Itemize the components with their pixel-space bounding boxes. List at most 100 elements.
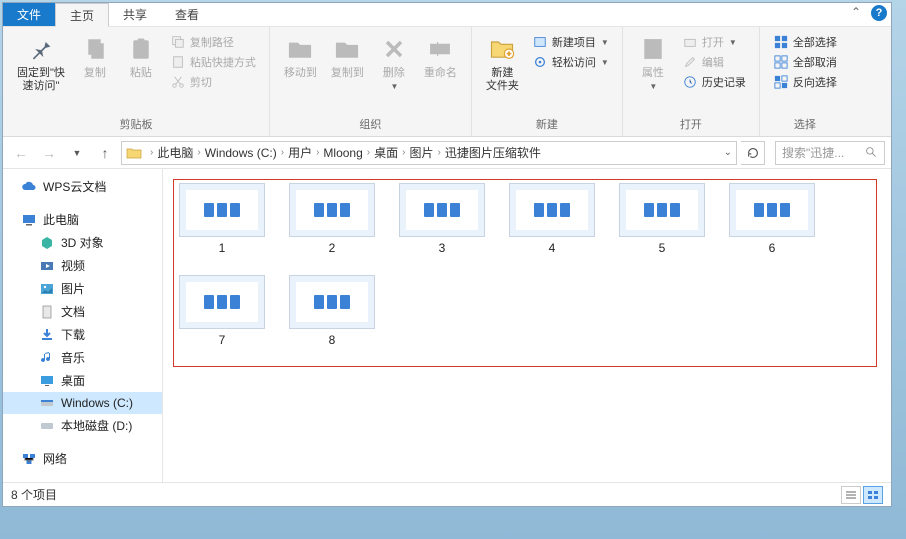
tab-home[interactable]: 主页 <box>55 3 109 27</box>
sidebar-item-videos[interactable]: 视频 <box>3 254 162 277</box>
sidebar-item-thispc[interactable]: 此电脑 <box>3 208 162 231</box>
recent-locations-button[interactable]: ▼ <box>65 141 89 165</box>
music-icon <box>39 350 55 366</box>
invert-icon <box>773 74 789 90</box>
ribbon-tabs: 文件 主页 共享 查看 ⌃ ? <box>3 3 891 27</box>
copyto-icon <box>331 33 363 65</box>
documents-icon <box>39 304 55 320</box>
cut-icon <box>170 74 186 90</box>
sidebar-item-pictures[interactable]: 图片 <box>3 277 162 300</box>
breadcrumb[interactable]: › 此电脑› Windows (C:)› 用户› Mloong› 桌面› 图片›… <box>121 141 737 165</box>
select-none-button[interactable]: 全部取消 <box>770 53 840 71</box>
copy-icon <box>79 33 111 65</box>
moveto-button[interactable]: 移动到 <box>280 31 321 82</box>
paste-icon <box>125 33 157 65</box>
group-new-label: 新建 <box>482 114 612 134</box>
up-button[interactable]: ↑ <box>93 141 117 165</box>
forward-button[interactable]: → <box>37 141 61 165</box>
tab-file[interactable]: 文件 <box>3 3 55 26</box>
tab-view[interactable]: 查看 <box>161 3 213 26</box>
status-bar: 8 个项目 <box>3 482 891 506</box>
file-item[interactable]: 3 <box>399 183 485 255</box>
copy-path-button[interactable]: 复制路径 <box>167 33 259 51</box>
pin-icon <box>25 33 57 65</box>
delete-button[interactable]: 删除 ▼ <box>374 31 414 93</box>
easy-access-button[interactable]: 轻松访问▼ <box>529 53 612 71</box>
file-item[interactable]: 7 <box>179 275 265 347</box>
sidebar-item-network[interactable]: 网络 <box>3 447 162 470</box>
cut-button[interactable]: 剪切 <box>167 73 259 91</box>
thumbnail-icon <box>619 183 705 237</box>
file-item[interactable]: 4 <box>509 183 595 255</box>
invert-selection-button[interactable]: 反向选择 <box>770 73 840 91</box>
pictures-icon <box>39 281 55 297</box>
thumbnail-icon <box>179 275 265 329</box>
file-item[interactable]: 1 <box>179 183 265 255</box>
open-button[interactable]: 打开▼ <box>679 33 749 51</box>
selectall-icon <box>773 34 789 50</box>
pin-quickaccess-button[interactable]: 固定到"快速访问" <box>13 31 69 95</box>
file-name: 5 <box>659 241 666 255</box>
search-icon <box>865 146 878 159</box>
copy-button[interactable]: 复制 <box>75 31 115 82</box>
cloud-icon <box>21 179 37 195</box>
help-icon[interactable]: ? <box>871 5 887 21</box>
sidebar-item-downloads[interactable]: 下载 <box>3 323 162 346</box>
rename-button[interactable]: 重命名 <box>420 31 461 82</box>
file-name: 4 <box>549 241 556 255</box>
select-all-button[interactable]: 全部选择 <box>770 33 840 51</box>
edit-button[interactable]: 编辑 <box>679 53 749 71</box>
sidebar-item-music[interactable]: 音乐 <box>3 346 162 369</box>
file-item[interactable]: 5 <box>619 183 705 255</box>
file-name: 7 <box>219 333 226 347</box>
chevron-down-icon: ▼ <box>649 82 657 91</box>
view-details-button[interactable] <box>841 486 861 504</box>
history-icon <box>682 74 698 90</box>
newitem-icon <box>532 34 548 50</box>
group-open-label: 打开 <box>633 114 749 134</box>
copypath-icon <box>170 34 186 50</box>
new-item-button[interactable]: 新建项目▼ <box>529 33 612 51</box>
3d-icon <box>39 235 55 251</box>
sidebar-item-documents[interactable]: 文档 <box>3 300 162 323</box>
chevron-down-icon: ▼ <box>390 82 398 91</box>
sidebar-item-wps[interactable]: WPS云文档 <box>3 175 162 198</box>
download-icon <box>39 327 55 343</box>
thumbnail-icon <box>289 183 375 237</box>
chevron-down-icon[interactable]: ⌄ <box>724 147 732 158</box>
paste-button[interactable]: 粘贴 <box>121 31 161 82</box>
refresh-button[interactable] <box>741 141 765 165</box>
edit-icon <box>682 54 698 70</box>
sidebar-item-3dobjects[interactable]: 3D 对象 <box>3 231 162 254</box>
properties-button[interactable]: 属性 ▼ <box>633 31 673 93</box>
sidebar-item-drivec[interactable]: Windows (C:) <box>3 392 162 414</box>
tab-share[interactable]: 共享 <box>109 3 161 26</box>
drive-icon <box>39 395 55 411</box>
sidebar-item-drived[interactable]: 本地磁盘 (D:) <box>3 414 162 437</box>
network-icon <box>21 451 37 467</box>
file-item[interactable]: 6 <box>729 183 815 255</box>
back-button[interactable]: ← <box>9 141 33 165</box>
delete-icon <box>378 33 410 65</box>
file-name: 1 <box>219 241 226 255</box>
minimize-ribbon-icon[interactable]: ⌃ <box>851 5 861 21</box>
search-input[interactable]: 搜索"迅捷... <box>775 141 885 165</box>
thumbnail-icon <box>399 183 485 237</box>
view-thumbnails-button[interactable] <box>863 486 883 504</box>
thumbnail-icon <box>179 183 265 237</box>
history-button[interactable]: 历史记录 <box>679 73 749 91</box>
paste-shortcut-button[interactable]: 粘贴快捷方式 <box>167 53 259 71</box>
file-item[interactable]: 2 <box>289 183 375 255</box>
file-item[interactable]: 8 <box>289 275 375 347</box>
selectnone-icon <box>773 54 789 70</box>
thumbnail-icon <box>509 183 595 237</box>
sidebar-item-desktop[interactable]: 桌面 <box>3 369 162 392</box>
copyto-button[interactable]: 复制到 <box>327 31 368 82</box>
chevron-down-icon: ▼ <box>601 38 609 47</box>
open-icon <box>682 34 698 50</box>
new-folder-button[interactable]: 新建文件夹 <box>482 31 523 95</box>
file-name: 6 <box>769 241 776 255</box>
item-count: 8 个项目 <box>11 486 57 503</box>
file-list[interactable]: 12345678 <box>163 169 891 482</box>
newfolder-icon <box>486 33 518 65</box>
